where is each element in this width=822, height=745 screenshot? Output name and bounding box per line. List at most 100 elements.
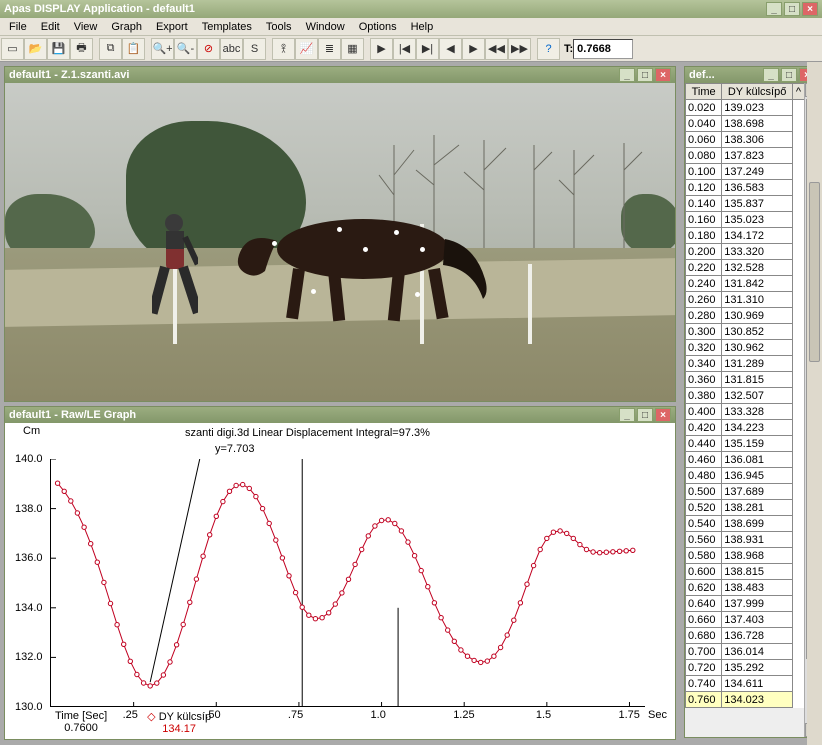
video-window-titlebar[interactable]: default1 - Z.1.szanti.avi _ □ × <box>5 67 675 83</box>
video-max-icon[interactable]: □ <box>637 68 653 82</box>
graph-min-icon[interactable]: _ <box>619 408 635 422</box>
menu-help[interactable]: Help <box>404 21 441 33</box>
graph-window-titlebar[interactable]: default1 - Raw/LE Graph _ □ × <box>5 407 675 423</box>
table-row[interactable]: 0.200133.320 <box>686 244 805 260</box>
step-fwd-icon[interactable]: ▶ <box>462 38 485 60</box>
toolbar: ▭ 📂 💾 🖶 ⧉ 📋 🔍+ 🔍- ⊘ abc S 𖨆 📈 ≣ ▦ ▶ |◀ ▶… <box>0 36 822 62</box>
data-window-titlebar[interactable]: def... _ □ × <box>685 67 819 83</box>
table-row[interactable]: 0.120136.583 <box>686 180 805 196</box>
table-row[interactable]: 0.740134.611 <box>686 676 805 692</box>
table-row[interactable]: 0.180134.172 <box>686 228 805 244</box>
table-row[interactable]: 0.600138.815 <box>686 564 805 580</box>
table-row[interactable]: 0.060138.306 <box>686 132 805 148</box>
table-row[interactable]: 0.020139.023 <box>686 100 805 116</box>
table-row[interactable]: 0.080137.823 <box>686 148 805 164</box>
report-icon[interactable]: ≣ <box>318 38 341 60</box>
table-row[interactable]: 0.540138.699 <box>686 516 805 532</box>
zoom-reset-icon[interactable]: ⊘ <box>197 38 220 60</box>
first-icon[interactable]: |◀ <box>393 38 416 60</box>
graph-max-icon[interactable]: □ <box>637 408 653 422</box>
menu-templates[interactable]: Templates <box>195 21 259 33</box>
menubar: File Edit View Graph Export Templates To… <box>0 18 822 36</box>
table-row[interactable]: 0.440135.159 <box>686 436 805 452</box>
table-row[interactable]: 0.280130.969 <box>686 308 805 324</box>
close-button[interactable]: × <box>802 2 818 16</box>
table-row[interactable]: 0.460136.081 <box>686 452 805 468</box>
table-row[interactable]: 0.300130.852 <box>686 324 805 340</box>
table-row[interactable]: 0.720135.292 <box>686 660 805 676</box>
video-window-title: default1 - Z.1.szanti.avi <box>9 69 129 81</box>
col-time[interactable]: Time <box>686 84 722 100</box>
video-frame[interactable] <box>5 83 675 401</box>
maximize-button[interactable]: □ <box>784 2 800 16</box>
table-row[interactable]: 0.660137.403 <box>686 612 805 628</box>
table-row[interactable]: 0.480136.945 <box>686 468 805 484</box>
print-icon[interactable]: 🖶 <box>70 38 93 60</box>
stickman-icon[interactable]: 𖨆 <box>272 38 295 60</box>
table-row[interactable]: 0.220132.528 <box>686 260 805 276</box>
y-tick-label: 138.0 <box>15 503 43 515</box>
table-icon[interactable]: ▦ <box>341 38 364 60</box>
menu-file[interactable]: File <box>2 21 34 33</box>
data-min-icon[interactable]: _ <box>763 68 779 82</box>
table-row[interactable]: 0.680136.728 <box>686 628 805 644</box>
x-tick-label: 1.75 <box>618 709 639 721</box>
graph-close-icon[interactable]: × <box>655 408 671 422</box>
table-row[interactable]: 0.340131.289 <box>686 356 805 372</box>
table-row[interactable]: 0.520138.281 <box>686 500 805 516</box>
col-value[interactable]: DY külcsípő <box>722 84 793 100</box>
video-min-icon[interactable]: _ <box>619 68 635 82</box>
chart-curve <box>51 459 646 707</box>
table-row[interactable]: 0.760134.023 <box>686 692 805 708</box>
table-row[interactable]: 0.260131.310 <box>686 292 805 308</box>
app-scrollbar[interactable] <box>807 62 822 745</box>
table-row[interactable]: 0.040138.698 <box>686 116 805 132</box>
save-icon[interactable]: 💾 <box>47 38 70 60</box>
data-max-icon[interactable]: □ <box>781 68 797 82</box>
menu-edit[interactable]: Edit <box>34 21 67 33</box>
snapshot-icon[interactable]: S <box>243 38 266 60</box>
rewind-icon[interactable]: ◀◀ <box>485 38 508 60</box>
chart-icon[interactable]: 📈 <box>295 38 318 60</box>
last-icon[interactable]: ▶| <box>416 38 439 60</box>
table-row[interactable]: 0.500137.689 <box>686 484 805 500</box>
time-field[interactable]: 0.7668 <box>573 39 633 59</box>
table-row[interactable]: 0.620138.483 <box>686 580 805 596</box>
menu-window[interactable]: Window <box>299 21 352 33</box>
table-row[interactable]: 0.380132.507 <box>686 388 805 404</box>
app-scroll-thumb[interactable] <box>809 182 820 362</box>
data-window: def... _ □ × Time DY külcsípő ^ 0.020139… <box>684 66 820 738</box>
graph-canvas[interactable]: Cm szanti digi.3d Linear Displacement In… <box>5 423 675 739</box>
table-row[interactable]: 0.640137.999 <box>686 596 805 612</box>
table-row[interactable]: 0.400133.328 <box>686 404 805 420</box>
menu-view[interactable]: View <box>67 21 105 33</box>
table-row[interactable]: 0.560138.931 <box>686 532 805 548</box>
table-row[interactable]: 0.420134.223 <box>686 420 805 436</box>
ffwd-icon[interactable]: ▶▶ <box>508 38 531 60</box>
new-icon[interactable]: ▭ <box>1 38 24 60</box>
table-row[interactable]: 0.140135.837 <box>686 196 805 212</box>
table-row[interactable]: 0.160135.023 <box>686 212 805 228</box>
table-row[interactable]: 0.240131.842 <box>686 276 805 292</box>
table-row[interactable]: 0.320130.962 <box>686 340 805 356</box>
copy-icon[interactable]: ⧉ <box>99 38 122 60</box>
play-icon[interactable]: ▶ <box>370 38 393 60</box>
plot-area[interactable] <box>50 459 645 707</box>
label-icon[interactable]: abc <box>220 38 243 60</box>
menu-options[interactable]: Options <box>352 21 404 33</box>
minimize-button[interactable]: _ <box>766 2 782 16</box>
video-close-icon[interactable]: × <box>655 68 671 82</box>
menu-graph[interactable]: Graph <box>104 21 149 33</box>
help-icon[interactable]: ? <box>537 38 560 60</box>
menu-export[interactable]: Export <box>149 21 195 33</box>
table-row[interactable]: 0.100137.249 <box>686 164 805 180</box>
menu-tools[interactable]: Tools <box>259 21 299 33</box>
paste-icon[interactable]: 📋 <box>122 38 145 60</box>
zoom-out-icon[interactable]: 🔍- <box>174 38 197 60</box>
table-row[interactable]: 0.700136.014 <box>686 644 805 660</box>
step-back-icon[interactable]: ◀ <box>439 38 462 60</box>
open-icon[interactable]: 📂 <box>24 38 47 60</box>
zoom-in-icon[interactable]: 🔍+ <box>151 38 174 60</box>
table-row[interactable]: 0.580138.968 <box>686 548 805 564</box>
table-row[interactable]: 0.360131.815 <box>686 372 805 388</box>
